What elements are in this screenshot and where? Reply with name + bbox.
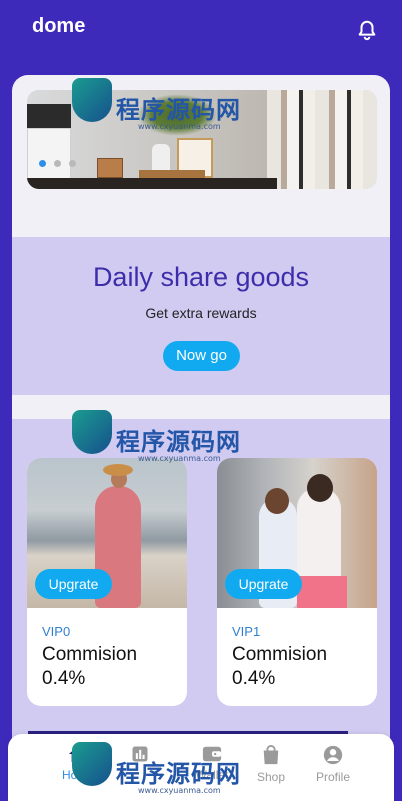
bar-chart-icon	[132, 746, 148, 762]
user-icon	[323, 745, 343, 765]
nav-wallet[interactable]: Wallet	[182, 744, 242, 782]
carousel-indicators	[39, 160, 76, 167]
nav-home-label: Home	[61, 768, 94, 782]
shopping-bag-icon	[263, 745, 279, 765]
carousel-dot[interactable]	[54, 160, 61, 167]
bottom-navigation: Home Wallet Shop Profile	[8, 734, 394, 801]
upgrade-button[interactable]: Upgrate	[35, 569, 112, 599]
vip-commission-rate: 0.4%	[232, 668, 276, 689]
vip-card[interactable]: Upgrate VIP1 Commision 0.4%	[217, 458, 377, 706]
upgrade-button[interactable]: Upgrate	[225, 569, 302, 599]
nav-wallet-label: Wallet	[195, 768, 229, 782]
share-title: Daily share goods	[92, 262, 310, 292]
content-sheet: Daily share goods Get extra rewards Now …	[12, 75, 390, 801]
vip-level: VIP0	[42, 624, 71, 639]
nav-profile-label: Profile	[315, 770, 350, 784]
top-app-bar: dome	[0, 0, 402, 56]
nav-shop-label: Shop	[256, 770, 286, 784]
now-go-button[interactable]: Now go	[163, 341, 240, 371]
app-title: dome	[32, 15, 86, 37]
carousel-dot[interactable]	[39, 160, 46, 167]
nav-shop[interactable]: Shop	[241, 744, 301, 784]
vip-commission-rate: 0.4%	[42, 668, 86, 689]
nav-stats[interactable]	[110, 744, 170, 768]
nav-profile[interactable]: Profile	[303, 744, 363, 784]
vip-card[interactable]: Upgrate VIP0 Commision 0.4%	[27, 458, 187, 706]
banner-carousel[interactable]	[27, 90, 377, 189]
carousel-dot[interactable]	[69, 160, 76, 167]
vip-commission-label: Commision	[232, 644, 328, 665]
wallet-icon	[202, 746, 222, 762]
vip-commission-label: Commision	[42, 644, 138, 665]
bell-icon[interactable]	[356, 18, 378, 42]
daily-share-panel: Daily share goods Get extra rewards Now …	[12, 237, 390, 395]
nav-home[interactable]: Home	[48, 744, 108, 782]
vip-level: VIP1	[232, 624, 261, 639]
share-subtitle: Get extra rewards	[145, 305, 257, 321]
home-icon	[68, 745, 88, 763]
